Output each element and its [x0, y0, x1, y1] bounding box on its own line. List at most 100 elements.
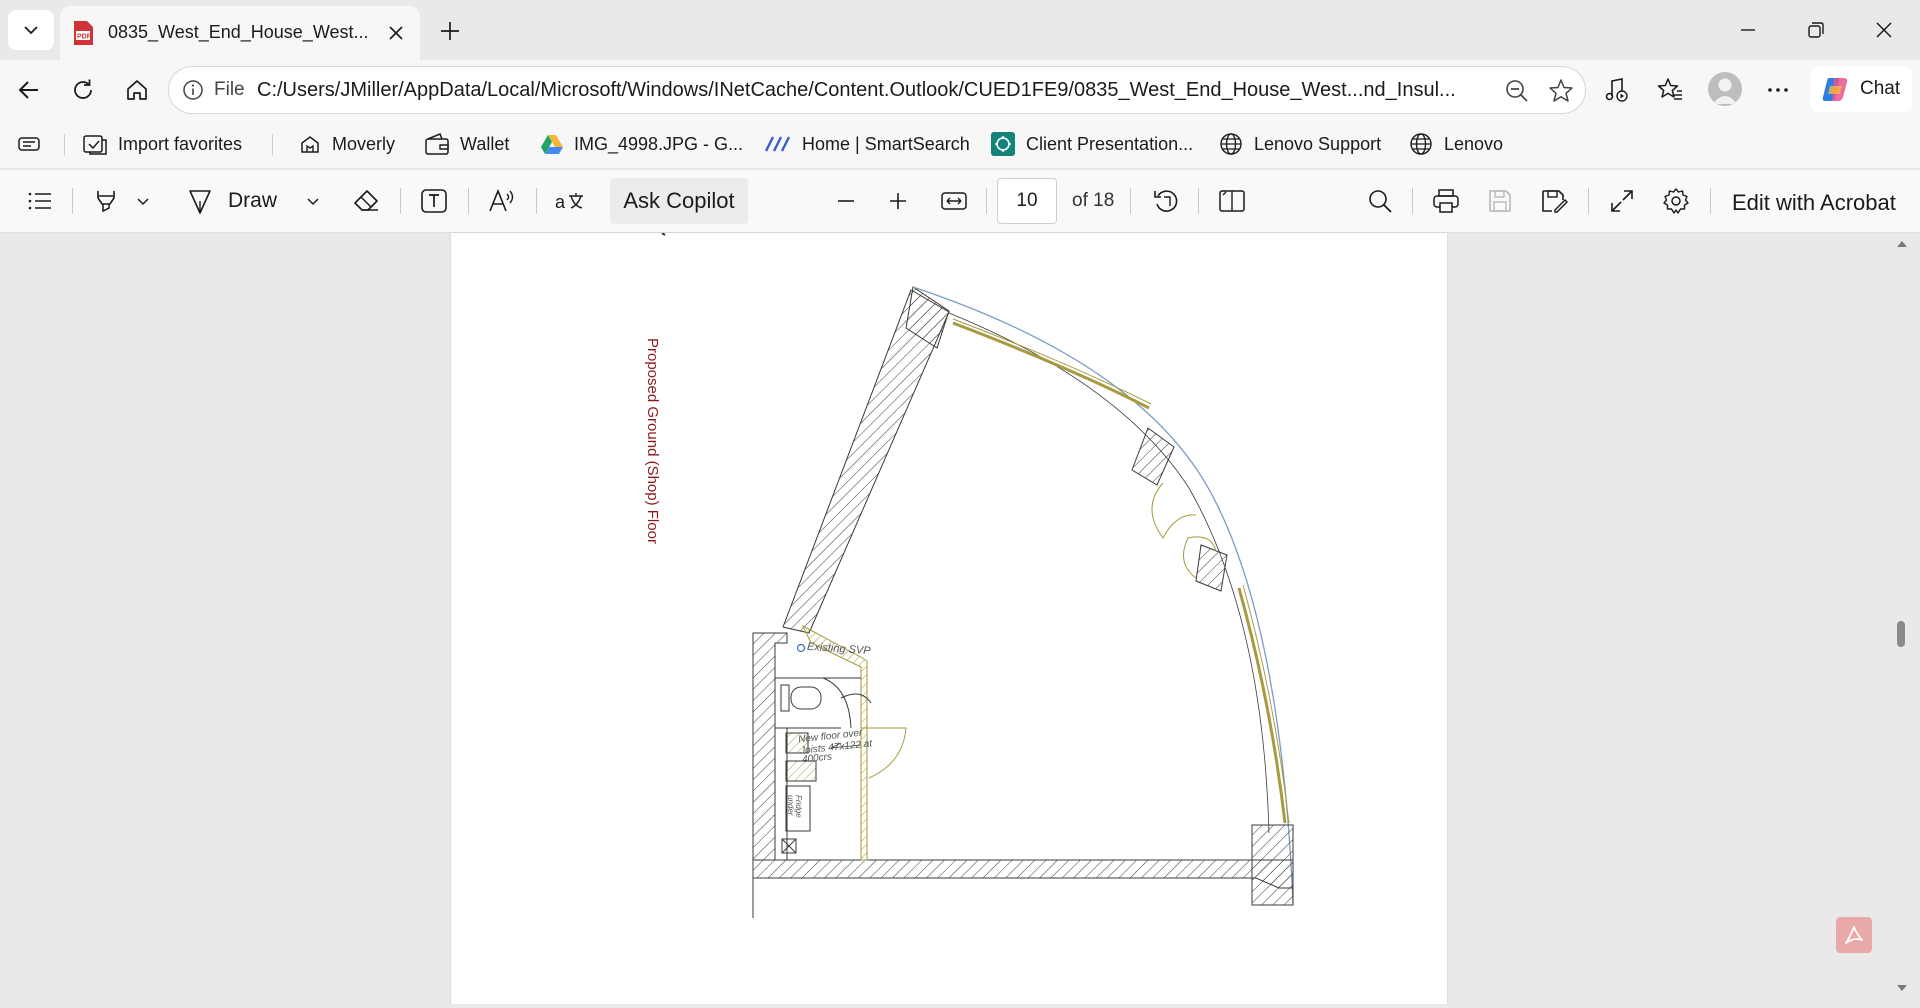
window-bottom-edge	[0, 1004, 1920, 1008]
url-text[interactable]: C:/Users/JMiller/AppData/Local/Microsoft…	[257, 79, 1487, 102]
highlighter-icon	[97, 191, 115, 213]
favorite-label: Lenovo Support	[1254, 133, 1382, 154]
favorites-collection-icon[interactable]	[1652, 72, 1688, 108]
new-tab-button[interactable]	[432, 14, 468, 48]
toolbar-separator	[400, 188, 401, 214]
globe-icon	[1220, 133, 1242, 155]
favorite-smartsearch[interactable]: Home | SmartSearch	[764, 128, 970, 160]
page-view-button[interactable]	[1212, 181, 1252, 221]
plus-icon	[441, 22, 459, 40]
floor-label: Proposed Ground (Shop) Floor	[644, 338, 661, 544]
favorite-google-drive-image[interactable]: IMG_4998.JPG - G...	[540, 128, 743, 160]
favorite-lenovo-support[interactable]: Lenovo Support	[1218, 128, 1381, 160]
favorite-label: Moverly	[332, 133, 396, 154]
zoom-out-icon[interactable]	[1503, 77, 1531, 105]
scroll-down-icon[interactable]	[1896, 983, 1908, 993]
pdf-icon: PDF	[72, 20, 94, 46]
pier-1	[1131, 427, 1175, 486]
toolbar-separator	[1588, 188, 1589, 214]
curved-front-wall	[912, 286, 1294, 904]
back-button[interactable]	[8, 70, 50, 110]
page-number-input[interactable]: 10	[997, 178, 1057, 224]
favorite-lenovo[interactable]: Lenovo	[1408, 128, 1503, 160]
copilot-chat-button[interactable]: Chat	[1810, 66, 1912, 112]
favorite-label: Home | SmartSearch	[802, 133, 970, 154]
find-button[interactable]	[1360, 181, 1400, 221]
print-button[interactable]	[1426, 181, 1466, 221]
restore-icon	[1808, 22, 1824, 38]
favorite-wallet[interactable]: Wallet	[424, 128, 509, 160]
close-window-button[interactable]	[1858, 10, 1910, 50]
expand-icon	[1611, 190, 1633, 212]
scroll-up-icon[interactable]	[1896, 239, 1908, 249]
refresh-icon	[74, 79, 92, 99]
favorite-client-presentation[interactable]: Client Presentation...	[990, 128, 1193, 160]
erase-button[interactable]	[346, 181, 386, 221]
chevron-down-icon	[24, 26, 38, 35]
scroll-thumb[interactable]	[1897, 621, 1905, 647]
fridge-note-line-2: under	[786, 795, 795, 816]
draw-button[interactable]: Draw	[186, 181, 296, 221]
chevron-down-icon	[307, 198, 319, 206]
collections-button[interactable]	[16, 128, 52, 160]
favorite-star-icon[interactable]	[1547, 77, 1575, 105]
toolbar-separator	[72, 188, 73, 214]
favorite-moverly[interactable]: Moverly	[298, 128, 395, 160]
fridge-note-line-1: Fridge	[794, 795, 803, 818]
media-control-icon[interactable]	[1598, 72, 1634, 108]
toolbar-separator	[1130, 188, 1131, 214]
restore-button[interactable]	[1790, 10, 1842, 50]
copilot-icon	[1822, 78, 1848, 101]
text-box-icon	[421, 189, 447, 213]
translate-icon: a	[555, 192, 583, 212]
info-icon[interactable]	[181, 78, 205, 102]
save-as-button[interactable]	[1534, 181, 1574, 221]
more-options-icon[interactable]	[1760, 72, 1796, 108]
close-tab-button[interactable]	[382, 19, 410, 47]
address-bar[interactable]: File C:/Users/JMiller/AppData/Local/Micr…	[168, 66, 1586, 114]
svg-text:a: a	[555, 192, 566, 212]
highlight-button[interactable]	[86, 181, 126, 221]
tab-strip: PDF 0835_West_End_House_West...nd_I	[0, 0, 1920, 60]
toolbar-separator	[536, 188, 537, 214]
search-icon	[1369, 190, 1392, 213]
favorite-import-favorites[interactable]: Import favorites	[82, 128, 242, 160]
home-button[interactable]	[116, 70, 158, 110]
favorites-separator	[272, 134, 273, 156]
zoom-out-button[interactable]	[826, 181, 866, 221]
contents-button[interactable]	[20, 181, 60, 221]
refresh-button[interactable]	[62, 70, 104, 110]
edit-with-acrobat-button[interactable]: Edit with Acrobat	[1732, 190, 1896, 216]
fit-to-width-button[interactable]	[934, 181, 974, 221]
pdf-page[interactable]: Proposed Ground (Shop) Floor Existing SV…	[451, 233, 1447, 1004]
acrobat-button[interactable]	[1836, 917, 1872, 953]
eraser-icon	[354, 190, 378, 211]
printer-icon	[1433, 189, 1459, 213]
draw-options-button[interactable]	[298, 181, 328, 221]
vertical-scrollbar[interactable]	[1890, 233, 1912, 1004]
zoom-in-button[interactable]	[878, 181, 918, 221]
ask-copilot-button[interactable]: Ask Copilot	[610, 178, 748, 224]
settings-button[interactable]	[1656, 181, 1696, 221]
presentation-icon	[991, 132, 1015, 156]
save-button[interactable]	[1480, 181, 1520, 221]
minimize-button[interactable]	[1722, 10, 1774, 50]
translate-button[interactable]: a	[550, 181, 590, 221]
favorite-label: IMG_4998.JPG - G...	[574, 133, 744, 154]
svg-text:PDF: PDF	[77, 34, 92, 41]
highlight-options-button[interactable]	[128, 181, 158, 221]
read-aloud-button[interactable]	[482, 181, 522, 221]
browser-tab-active[interactable]: PDF 0835_West_End_House_West...nd_I	[60, 6, 420, 60]
pier-2	[1195, 544, 1228, 592]
save-icon	[1489, 190, 1511, 212]
profile-avatar[interactable]	[1708, 72, 1742, 106]
add-text-button[interactable]	[414, 181, 454, 221]
svp-pipe	[796, 643, 806, 653]
pen-icon	[189, 190, 211, 214]
smartsearch-icon	[764, 136, 791, 152]
close-icon	[1876, 22, 1892, 38]
tab-actions-menu-button[interactable]	[8, 10, 54, 50]
toilet-cistern	[780, 684, 790, 712]
full-screen-button[interactable]	[1602, 181, 1642, 221]
rotate-button[interactable]	[1146, 181, 1186, 221]
